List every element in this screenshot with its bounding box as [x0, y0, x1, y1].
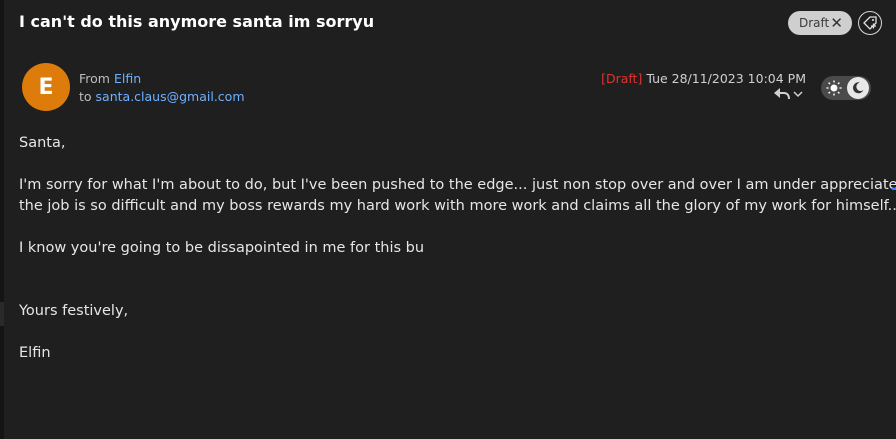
cursor-caret — [892, 188, 896, 190]
tag-add-icon — [863, 16, 877, 30]
to-line: to santa.claus@gmail.com — [79, 89, 245, 104]
email-greeting: Santa, — [19, 135, 66, 151]
draft-status-badge[interactable]: Draft ✕ — [788, 11, 852, 35]
email-paragraph-2: I know you're going to be dissapointed i… — [19, 240, 425, 256]
from-line: From Elfin — [79, 71, 141, 86]
reply-icon — [774, 88, 790, 100]
email-subject: I can't do this anymore santa im sorryu — [19, 12, 375, 31]
email-signature: Elfin — [19, 345, 51, 361]
avatar: E — [22, 63, 70, 111]
draft-badge-label: Draft — [799, 16, 830, 30]
toggle-knob — [847, 77, 869, 99]
add-tag-button[interactable] — [858, 11, 882, 35]
to-prefix: to — [79, 89, 92, 104]
close-icon[interactable]: ✕ — [830, 14, 843, 32]
email-signoff: Yours festively, — [19, 303, 129, 319]
email-date: Tue 28/11/2023 10:04 PM — [646, 71, 806, 86]
draft-marker: [Draft] — [601, 71, 643, 86]
sun-icon — [826, 80, 842, 96]
theme-toggle[interactable] — [821, 76, 871, 100]
from-prefix: From — [79, 71, 110, 86]
chevron-down-icon[interactable] — [793, 90, 803, 98]
date-line: [Draft] Tue 28/11/2023 10:04 PM — [601, 71, 806, 86]
scroll-marker — [0, 302, 4, 326]
reply-button[interactable] — [773, 86, 803, 102]
email-paragraph-1-line-2: the job is so difficult and my boss rewa… — [19, 198, 896, 214]
moon-icon — [852, 82, 864, 94]
recipient-email-link[interactable]: santa.claus@gmail.com — [96, 89, 245, 104]
left-edge-strip — [0, 0, 4, 439]
email-paragraph-1-line-1: I'm sorry for what I'm about to do, but … — [19, 177, 896, 193]
sender-name-link[interactable]: Elfin — [114, 71, 141, 86]
